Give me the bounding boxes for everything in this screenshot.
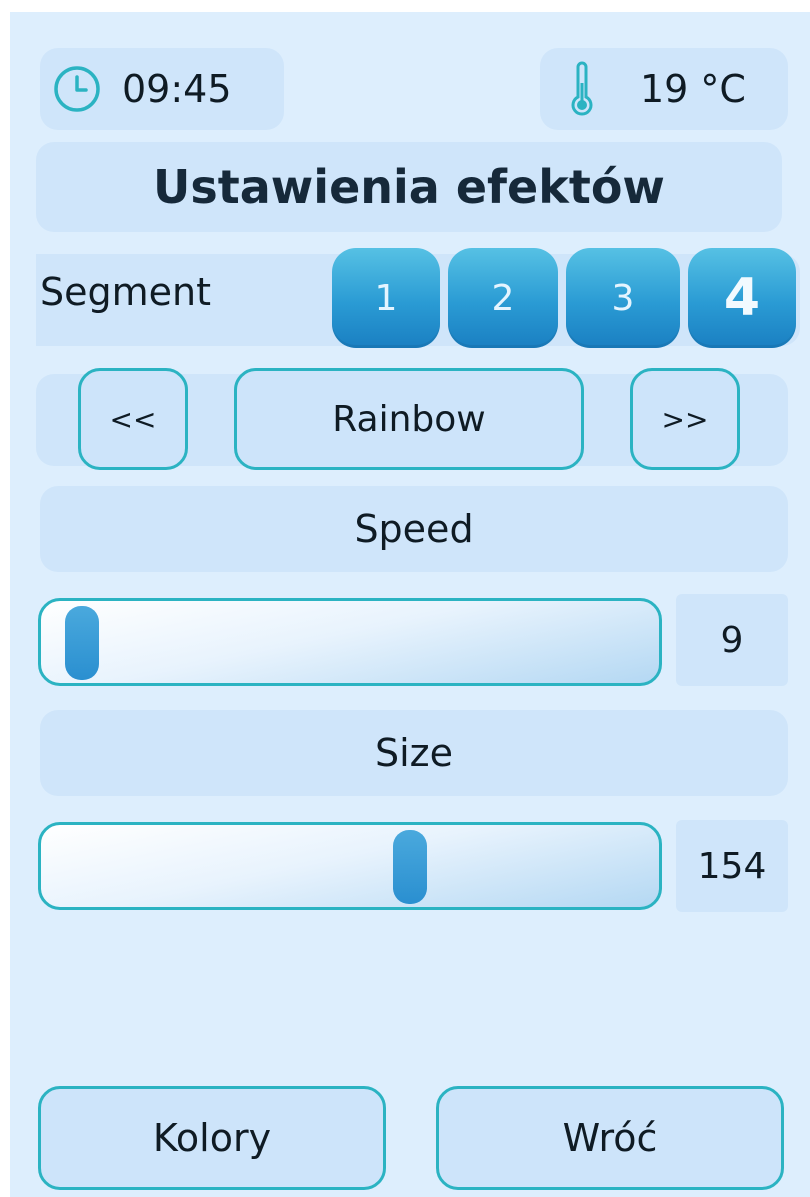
speed-slider-thumb[interactable] [65, 606, 99, 680]
size-slider[interactable] [38, 822, 662, 910]
size-slider-thumb[interactable] [393, 830, 427, 904]
speed-label: Speed [40, 486, 788, 572]
segment-button-1[interactable]: 1 [332, 248, 440, 348]
thermometer-icon [571, 61, 593, 116]
segment-button-3[interactable]: 3 [566, 248, 680, 348]
next-effect-button[interactable]: >> [630, 368, 740, 470]
segment-label: Segment [40, 270, 211, 314]
segment-button-4[interactable]: 4 [688, 248, 796, 348]
clock-status: 09:45 [40, 48, 284, 130]
previous-effect-button[interactable]: << [78, 368, 188, 470]
temperature-text: 19 °C [640, 67, 746, 111]
speed-slider[interactable] [38, 598, 662, 686]
back-button[interactable]: Wróć [436, 1086, 784, 1190]
speed-value: 9 [676, 594, 788, 686]
size-value: 154 [676, 820, 788, 912]
time-text: 09:45 [122, 67, 232, 111]
colors-button[interactable]: Kolory [38, 1086, 386, 1190]
page-title: Ustawienia efektów [36, 142, 782, 232]
clock-icon [54, 66, 100, 112]
effect-name-button[interactable]: Rainbow [234, 368, 584, 470]
temperature-status: 19 °C [540, 48, 788, 130]
size-label: Size [40, 710, 788, 796]
segment-button-2[interactable]: 2 [448, 248, 558, 348]
